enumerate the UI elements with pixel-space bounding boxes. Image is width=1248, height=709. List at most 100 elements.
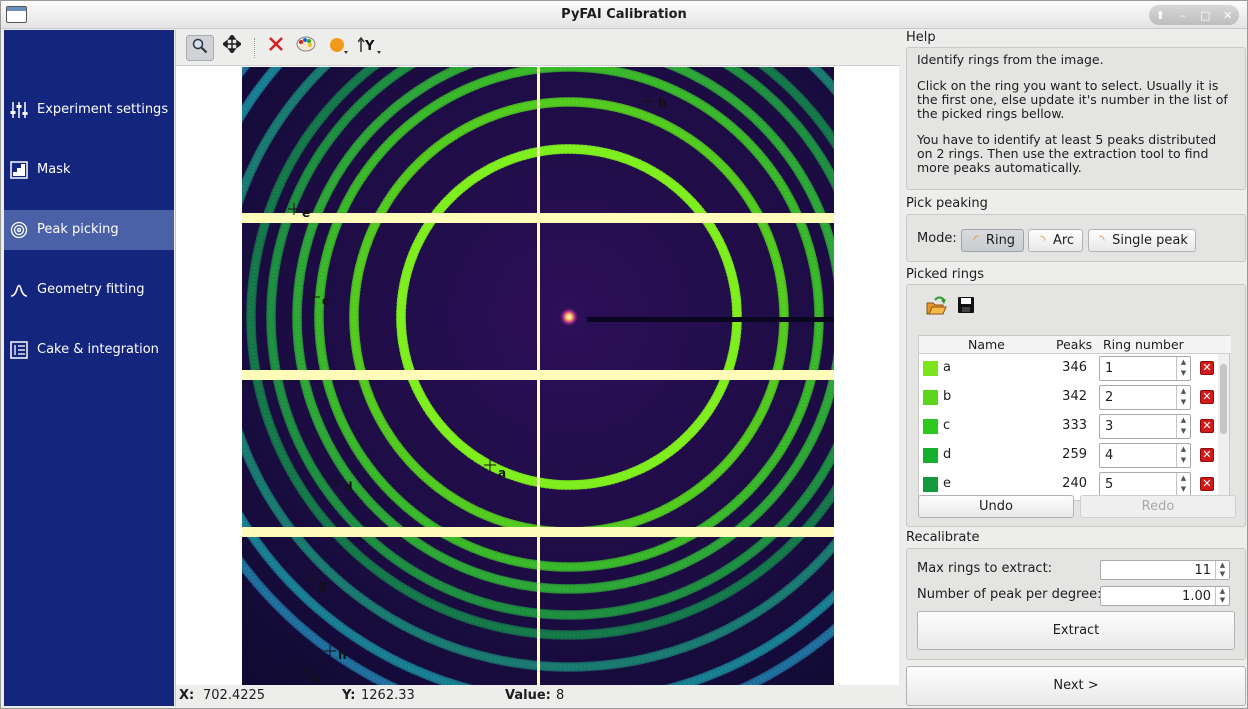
remove-ring-button[interactable]: ✕: [1200, 419, 1214, 433]
save-peaks-icon[interactable]: [957, 296, 977, 316]
keep-above-button[interactable]: ⬆: [1151, 9, 1169, 22]
ring-color-swatch[interactable]: [923, 448, 938, 463]
title-bar: PyFAI Calibration ⬆ – □ ✕: [1, 1, 1247, 29]
ring-number-spinbox[interactable]: 1 ▲ ▼: [1099, 356, 1191, 381]
peaks-per-degree-label: Number of peak per degree:: [917, 587, 1102, 602]
task-panel: Help Identify rings from the image. Clic…: [903, 30, 1247, 708]
ring-color-swatch[interactable]: [923, 361, 938, 376]
mask-icon: [10, 161, 28, 179]
marker-icon[interactable]: [324, 35, 352, 61]
diffraction-image[interactable]: b e c a d g h k: [242, 67, 834, 685]
beam-center: [559, 307, 579, 327]
window-controls: ⬆ – □ ✕: [1149, 5, 1239, 25]
spin-arrows[interactable]: ▲ ▼: [1176, 386, 1190, 409]
picked-rings-table: Name Peaks Ring number a 346 1 ▲ ▼ ✕ b 342…: [918, 335, 1231, 501]
plot-status-bar: X: 702.4225 Y: 1262.33 Value: 8: [176, 685, 900, 706]
ring-name: c: [943, 418, 951, 433]
ring-number-spinbox[interactable]: 5 ▲ ▼: [1099, 472, 1191, 497]
remove-ring-button[interactable]: ✕: [1200, 361, 1214, 375]
sidebar-item-label: Mask: [37, 162, 71, 177]
colormap-icon[interactable]: [292, 35, 320, 61]
sidebar-item-experiment-settings[interactable]: Experiment settings: [4, 90, 174, 130]
ring-label-a: a: [498, 466, 506, 480]
column-header-name[interactable]: Name: [968, 337, 1005, 352]
sidebar-item-peak-picking[interactable]: Peak picking: [4, 210, 174, 250]
sidebar-item-cake-integration[interactable]: Cake & integration: [4, 330, 174, 370]
remove-ring-button[interactable]: ✕: [1200, 448, 1214, 462]
ring-color-swatch[interactable]: [923, 419, 938, 434]
peak-marker: [779, 308, 789, 319]
peaks-per-degree-spinbox[interactable]: 1.00 ▲ ▼: [1100, 586, 1230, 606]
svg-text:Y: Y: [364, 39, 375, 54]
extract-button[interactable]: Extract: [917, 611, 1235, 650]
clear-icon[interactable]: [262, 35, 290, 61]
max-rings-spinbox[interactable]: 11 ▲ ▼: [1100, 560, 1230, 580]
cake-icon: [10, 341, 28, 359]
arc-mode-button[interactable]: ◝ Arc: [1028, 229, 1083, 252]
minimize-button[interactable]: –: [1174, 9, 1192, 22]
maximize-button[interactable]: □: [1196, 9, 1214, 22]
ring-label-e: e: [302, 206, 310, 220]
sidebar-item-label: Experiment settings: [37, 102, 169, 117]
task-sidebar: Experiment settings Mask Peak picking Ge…: [4, 30, 174, 706]
picked-rings-title: Picked rings: [906, 267, 984, 282]
max-rings-label: Max rings to extract:: [917, 561, 1053, 576]
table-row[interactable]: d 259 4 ▲ ▼ ✕: [919, 441, 1219, 470]
x-coordinate-label: X:: [179, 688, 195, 703]
mode-label: Mode:: [917, 231, 957, 246]
ring-number-spinbox[interactable]: 4 ▲ ▼: [1099, 443, 1191, 468]
pick-mode-title: Pick peaking: [906, 196, 988, 211]
table-row[interactable]: a 346 1 ▲ ▼ ✕: [919, 354, 1219, 383]
plot-toolbar: Y: [176, 30, 900, 66]
close-button[interactable]: ✕: [1219, 9, 1237, 22]
ring-color-swatch[interactable]: [923, 477, 938, 492]
ring-name: e: [943, 476, 951, 491]
column-header-ring-number[interactable]: Ring number: [1103, 337, 1184, 352]
table-row[interactable]: b 342 2 ▲ ▼ ✕: [919, 383, 1219, 412]
sidebar-item-label: Peak picking: [37, 222, 119, 237]
table-row[interactable]: c 333 3 ▲ ▼ ✕: [919, 412, 1219, 441]
ring-number-spinbox[interactable]: 2 ▲ ▼: [1099, 385, 1191, 410]
ring-color-swatch[interactable]: [923, 390, 938, 405]
spin-arrows[interactable]: ▲ ▼: [1176, 473, 1190, 496]
peak-marker: [732, 308, 742, 319]
pan-icon[interactable]: [218, 33, 246, 61]
ring-peaks: 333: [1062, 418, 1087, 433]
ring-mode-button[interactable]: ◜ Ring: [961, 229, 1024, 252]
ring-number-spinbox[interactable]: 3 ▲ ▼: [1099, 414, 1191, 439]
sidebar-item-mask[interactable]: Mask: [4, 150, 174, 190]
ring-peaks: 342: [1062, 389, 1087, 404]
spin-arrows[interactable]: ▲ ▼: [1215, 561, 1229, 579]
detector-gap-vertical: [537, 67, 540, 685]
picked-rings-box: Name Peaks Ring number a 346 1 ▲ ▼ ✕ b 342…: [906, 284, 1246, 527]
spin-arrows[interactable]: ▲ ▼: [1215, 587, 1229, 605]
help-paragraph: Click on the ring you want to select. Us…: [917, 78, 1228, 121]
plot-panel: Y b e c a d g h k X: 702.4225 Y: 1262.33…: [175, 30, 900, 706]
table-scrollbar[interactable]: [1218, 354, 1229, 500]
remove-ring-button[interactable]: ✕: [1200, 390, 1214, 404]
sidebar-item-geometry-fitting[interactable]: Geometry fitting: [4, 270, 174, 310]
remove-ring-button[interactable]: ✕: [1200, 477, 1214, 491]
spin-arrows[interactable]: ▲ ▼: [1176, 357, 1190, 380]
ring-label-b: b: [658, 96, 667, 110]
ring-name: d: [943, 447, 952, 462]
single-peak-mode-button[interactable]: ◝ Single peak: [1088, 229, 1196, 252]
ring-label-h: h: [338, 648, 347, 662]
undo-button[interactable]: Undo: [918, 495, 1074, 518]
main-window: PyFAI Calibration ⬆ – □ ✕ Experiment set…: [0, 0, 1248, 709]
next-button[interactable]: Next >: [906, 666, 1246, 706]
ring-label-c: c: [322, 294, 329, 308]
load-peaks-icon[interactable]: [925, 295, 947, 317]
column-header-peaks[interactable]: Peaks: [1056, 337, 1092, 352]
spin-arrows[interactable]: ▲ ▼: [1176, 444, 1190, 467]
pixel-value: 8: [556, 688, 565, 703]
spin-arrows[interactable]: ▲ ▼: [1176, 415, 1190, 438]
redo-button[interactable]: Redo: [1080, 495, 1236, 518]
y-axis-icon[interactable]: Y: [356, 35, 384, 61]
help-paragraph: Identify rings from the image.: [917, 52, 1104, 67]
zoom-icon[interactable]: [186, 35, 214, 61]
pick-mode-box: Mode: ◜ Ring ◝ Arc ◝ Single peak: [906, 214, 1246, 262]
scrollbar-thumb[interactable]: [1220, 364, 1227, 434]
recalibrate-title: Recalibrate: [906, 530, 980, 545]
pixel-value-label: Value:: [505, 688, 551, 703]
